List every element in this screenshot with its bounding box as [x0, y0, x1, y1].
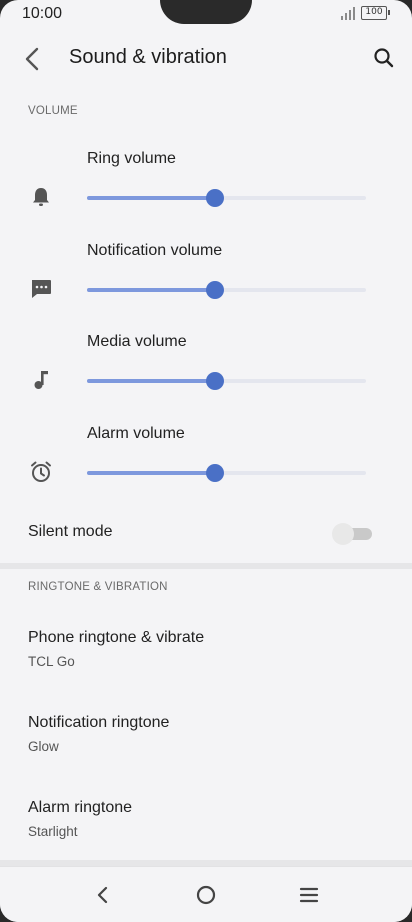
section-header-ringtone: RINGTONE & VIBRATION [28, 581, 168, 593]
camera-notch [160, 0, 252, 24]
item-subtitle: Glow [28, 739, 59, 754]
app-bar: Sound & vibration [0, 30, 412, 86]
slider-fill [87, 196, 216, 200]
nav-menu-icon [299, 887, 319, 903]
toggle-knob [332, 523, 354, 545]
notification-ringtone-item[interactable]: Notification ringtone Glow [0, 714, 412, 786]
ring-volume-label: Ring volume [87, 150, 176, 167]
alarm-volume-slider[interactable] [87, 464, 366, 482]
alarm-icon [28, 459, 54, 485]
back-button[interactable] [18, 44, 48, 74]
phone-screen: 10:00 100 Sound & vibration VOLUME Ring … [0, 0, 412, 922]
notification-volume-slider[interactable] [87, 281, 366, 299]
silent-mode-row[interactable]: Silent mode [0, 512, 412, 556]
media-volume-slider[interactable] [87, 372, 366, 390]
slider-fill [87, 471, 216, 475]
phone-ringtone-item[interactable]: Phone ringtone & vibrate TCL Go [0, 629, 412, 701]
nav-back-icon [97, 886, 108, 904]
page-title: Sound & vibration [69, 46, 227, 68]
alarm-volume-label: Alarm volume [87, 425, 185, 442]
item-title: Alarm ringtone [28, 799, 133, 816]
nav-menu-button[interactable] [295, 881, 323, 909]
search-button[interactable] [370, 44, 398, 72]
status-time: 10:00 [22, 5, 63, 22]
alarm-volume-row: Alarm volume [0, 425, 412, 505]
media-volume-row: Media volume [0, 333, 412, 413]
ring-volume-slider[interactable] [87, 189, 366, 207]
silent-mode-toggle[interactable] [332, 523, 374, 545]
notification-volume-label: Notification volume [87, 242, 223, 259]
notification-volume-row: Notification volume [0, 242, 412, 322]
slider-fill [87, 288, 216, 292]
ring-volume-row: Ring volume [0, 150, 412, 230]
media-volume-label: Media volume [87, 333, 187, 350]
item-title: Phone ringtone & vibrate [28, 629, 205, 646]
section-header-volume: VOLUME [28, 105, 78, 117]
arrow-back-icon [25, 47, 39, 71]
battery-icon: 100 [361, 6, 390, 20]
nav-back-button[interactable] [89, 881, 117, 909]
silent-mode-label: Silent mode [28, 523, 113, 540]
music-note-icon [28, 367, 54, 393]
slider-thumb[interactable] [206, 464, 225, 482]
message-icon [28, 276, 54, 302]
section-divider [0, 563, 412, 569]
slider-fill [87, 379, 216, 383]
item-title: Notification ringtone [28, 714, 170, 731]
status-bar: 10:00 100 [0, 0, 412, 28]
nav-home-icon [196, 885, 216, 905]
nav-home-button[interactable] [192, 881, 220, 909]
signal-icon [341, 7, 357, 20]
slider-thumb[interactable] [206, 281, 225, 299]
navigation-bar [0, 866, 412, 922]
bell-icon [28, 184, 54, 210]
search-icon [374, 48, 394, 68]
slider-thumb[interactable] [206, 189, 225, 207]
item-subtitle: TCL Go [28, 654, 75, 669]
item-subtitle: Starlight [28, 824, 78, 839]
slider-thumb[interactable] [206, 372, 225, 390]
